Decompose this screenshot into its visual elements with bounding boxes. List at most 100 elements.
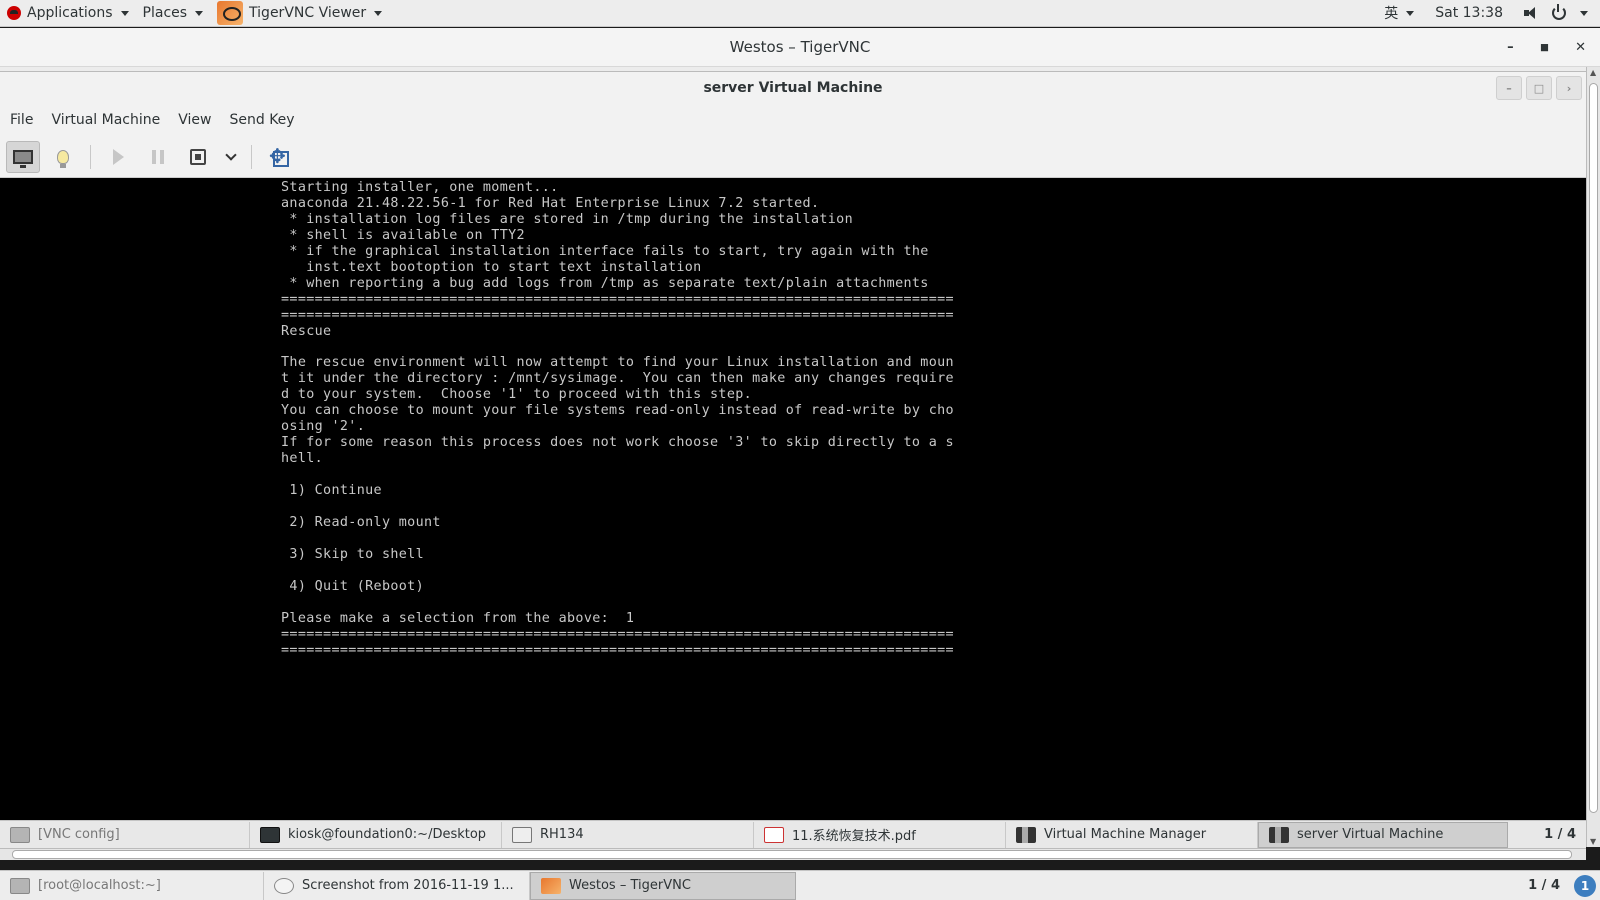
console-line: d to your system. Choose '1' to proceed …	[281, 387, 753, 403]
close-button[interactable]: ✕	[1575, 40, 1586, 55]
top-panel: Applications Places TigerVNC Viewer 英 Sa…	[0, 0, 1600, 27]
tigervnc-icon	[541, 877, 561, 894]
remote-taskbar: [VNC config] kiosk@foundation0:~/Desktop…	[0, 820, 1586, 848]
console-line: 1) Continue	[281, 483, 382, 499]
scroll-down-icon[interactable]: ▼	[1590, 837, 1596, 846]
horizontal-scroll-thumb[interactable]	[12, 850, 1572, 859]
chevron-down-icon	[1406, 10, 1415, 16]
task-virtual-machine-manager[interactable]: Virtual Machine Manager	[1006, 821, 1258, 848]
workspace-pager[interactable]: 1 / 4	[1544, 827, 1586, 842]
shutdown-menu-button[interactable]	[221, 141, 241, 173]
menu-virtual-machine[interactable]: Virtual Machine	[49, 112, 168, 128]
active-app-menu[interactable]: TigerVNC Viewer	[210, 0, 389, 27]
scroll-up-icon[interactable]: ▲	[1590, 68, 1596, 77]
console-line: anaconda 21.48.22.56-1 for Red Hat Enter…	[281, 195, 820, 211]
chevron-down-icon	[120, 10, 129, 16]
vm-close-button[interactable]: ›	[1556, 76, 1582, 100]
task-label: Westos – TigerVNC	[569, 878, 691, 893]
toolbar-separator	[90, 144, 91, 169]
chevron-down-icon	[374, 10, 383, 16]
console-line: ========================================…	[281, 642, 954, 658]
task-screenshot[interactable]: Screenshot from 2016-11-19 1...	[264, 871, 530, 900]
task-pdf[interactable]: 11.系统恢复技术.pdf	[754, 821, 1006, 848]
volume-icon	[1524, 6, 1540, 20]
console-line: t it under the directory : /mnt/sysimage…	[281, 371, 954, 387]
power-off-icon	[190, 148, 206, 165]
maximize-button[interactable]: ◾	[1540, 40, 1550, 55]
play-icon	[112, 148, 124, 165]
console-line: ========================================…	[281, 626, 954, 642]
fullscreen-icon	[269, 144, 289, 168]
vnc-window-title: Westos – TigerVNC	[729, 38, 871, 56]
input-method-menu[interactable]: 英	[1377, 0, 1421, 27]
console-line: The rescue environment will now attempt …	[281, 355, 954, 371]
clock-label: Sat 13:38	[1435, 5, 1503, 21]
task-root-terminal[interactable]: [root@localhost:~]	[0, 871, 264, 900]
vertical-scroll-thumb[interactable]	[1589, 83, 1598, 813]
console-line: ========================================…	[281, 307, 954, 323]
vm-menubar: File Virtual Machine View Send Key	[0, 104, 1586, 136]
task-rh134[interactable]: RH134	[502, 821, 754, 848]
monitor-icon	[13, 149, 33, 168]
fullscreen-button[interactable]	[262, 141, 296, 173]
places-menu[interactable]: Places	[136, 0, 211, 27]
console-line: 3) Skip to shell	[281, 546, 425, 562]
console-line: ========================================…	[281, 291, 954, 307]
menu-send-key[interactable]: Send Key	[227, 112, 302, 128]
shutdown-button[interactable]	[181, 141, 215, 173]
toolbar-separator	[251, 144, 252, 169]
task-server-vm[interactable]: server Virtual Machine	[1258, 821, 1508, 848]
task-label: 11.系统恢复技术.pdf	[792, 829, 916, 844]
active-app-label: TigerVNC Viewer	[249, 5, 367, 21]
vnc-window-titlebar[interactable]: Westos – TigerVNC – ◾ ✕	[0, 28, 1600, 67]
chevron-down-icon	[195, 10, 204, 16]
vm-minimize-button[interactable]: –	[1496, 76, 1522, 100]
console-line: inst.text bootoption to start text insta…	[281, 259, 702, 275]
vm-toolbar	[0, 136, 1586, 178]
console-line: You can choose to mount your file system…	[281, 403, 954, 419]
vm-console[interactable]: Starting installer, one moment... anacond…	[0, 178, 1586, 820]
console-line: Rescue	[281, 323, 332, 339]
vm-viewer-window: server Virtual Machine – □ › File Virtua…	[0, 72, 1586, 820]
vm-manager-icon	[1269, 826, 1289, 843]
workspace-pager[interactable]: 1 / 4	[1528, 878, 1574, 893]
task-westos-tigervnc[interactable]: Westos – TigerVNC	[530, 871, 796, 900]
vm-maximize-button[interactable]: □	[1526, 76, 1552, 100]
details-view-button[interactable]	[46, 141, 80, 173]
console-line: * installation log files are stored in /…	[281, 211, 854, 227]
tigervnc-icon	[217, 1, 244, 25]
pause-button[interactable]	[141, 141, 175, 173]
task-label: [VNC config]	[38, 827, 120, 842]
system-menu[interactable]	[1517, 0, 1600, 27]
console-view-button[interactable]	[6, 140, 40, 173]
run-button[interactable]	[101, 141, 135, 173]
chevron-down-icon	[1580, 10, 1588, 16]
minimize-button[interactable]: –	[1507, 40, 1514, 55]
chevron-down-icon	[225, 148, 237, 161]
notification-badge[interactable]: 1	[1574, 874, 1596, 897]
console-line: * shell is available on TTY2	[281, 227, 525, 243]
lightbulb-icon	[57, 149, 69, 168]
horizontal-scrollbar[interactable]	[0, 848, 1586, 860]
applications-menu[interactable]: Applications	[0, 0, 136, 27]
vertical-scrollbar[interactable]: ▲ ▼	[1586, 67, 1600, 847]
console-line: hell.	[281, 451, 324, 467]
task-label: [root@localhost:~]	[38, 878, 161, 893]
menu-file[interactable]: File	[8, 112, 41, 128]
console-line: osing '2'.	[281, 419, 366, 435]
vm-window-titlebar[interactable]: server Virtual Machine – □ ›	[0, 72, 1586, 104]
console-line: 4) Quit (Reboot)	[281, 578, 425, 594]
task-label: RH134	[540, 827, 584, 842]
task-kiosk-terminal[interactable]: kiosk@foundation0:~/Desktop	[250, 821, 502, 848]
window-icon	[10, 826, 30, 843]
screenshot-icon	[274, 877, 294, 894]
task-vnc-config[interactable]: [VNC config]	[0, 821, 250, 848]
clock[interactable]: Sat 13:38	[1421, 0, 1517, 27]
host-taskbar: [root@localhost:~] Screenshot from 2016-…	[0, 870, 1600, 900]
menu-view[interactable]: View	[176, 112, 219, 128]
console-line: * if the graphical installation interfac…	[281, 243, 929, 259]
console-line: 2) Read-only mount	[281, 515, 441, 531]
